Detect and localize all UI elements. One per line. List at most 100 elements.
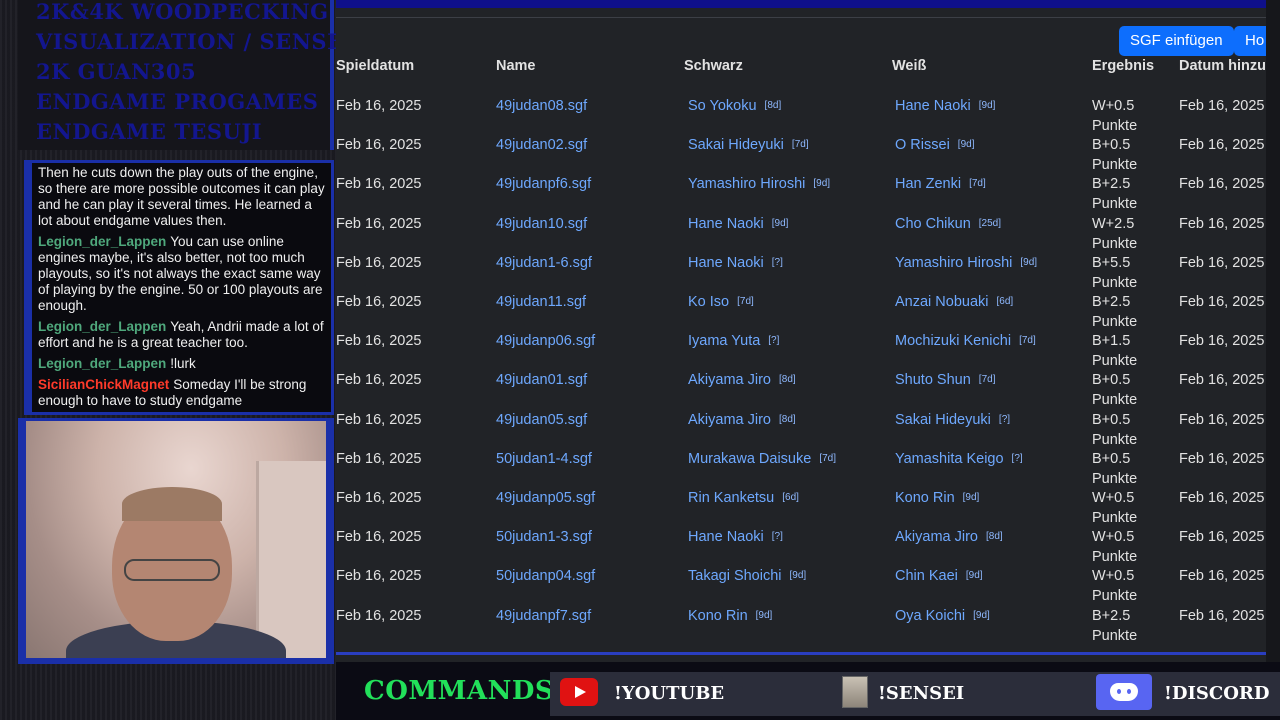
sgf-file-link[interactable]: 49judan11.sgf xyxy=(496,292,586,312)
table-row[interactable]: Feb 16, 2025 49judan01.sgf Akiyama Jiro [8d… xyxy=(336,370,1268,409)
black-player-cell: Rin Kanketsu [6d] xyxy=(688,488,799,508)
sgf-file-link[interactable]: 49judan02.sgf xyxy=(496,135,587,155)
table-row[interactable]: Feb 16, 2025 49judan11.sgf Ko Iso [7d] Anzai… xyxy=(336,292,1268,331)
table-row[interactable]: Feb 16, 2025 49judan02.sgf Sakai Hideyuki [… xyxy=(336,135,1268,174)
sgf-file-link[interactable]: 49judan08.sgf xyxy=(496,96,587,116)
table-row[interactable]: Feb 16, 2025 49judan10.sgf Hane Naoki [9d] C… xyxy=(336,214,1268,253)
white-player-link[interactable]: Chin Kaei xyxy=(895,568,958,584)
black-player-link[interactable]: So Yokoku xyxy=(688,98,757,114)
table-row[interactable]: Feb 16, 2025 50judanp04.sgf Takagi Shoichi… xyxy=(336,566,1268,605)
white-player-link[interactable]: Han Zenki xyxy=(895,176,961,192)
table-row[interactable]: Feb 16, 2025 49judanp05.sgf Rin Kanketsu [6… xyxy=(336,488,1268,527)
chat-username[interactable]: Legion_der_Lappen xyxy=(38,319,166,334)
column-header-result[interactable]: Ergebnis xyxy=(1092,58,1154,74)
white-player-link[interactable]: Anzai Nobuaki xyxy=(895,294,989,310)
topic-menu-item: 2K&4K Woodpecking xyxy=(36,0,329,24)
white-player-link[interactable]: Yamashiro Hiroshi xyxy=(895,255,1012,271)
topic-menu-item: Visualization / Sensei xyxy=(36,29,354,54)
black-player-link[interactable]: Iyama Yuta xyxy=(688,333,760,349)
table-row[interactable]: Feb 16, 2025 49judanpf7.sgf Kono Rin [9d] Oy… xyxy=(336,606,1268,645)
white-player-rank: [9d] xyxy=(962,492,980,503)
game-date-cell: Feb 16, 2025 xyxy=(336,333,422,350)
sgf-file-link[interactable]: 49judanp06.sgf xyxy=(496,331,595,351)
result-cell: B+0.5 Punkte xyxy=(1092,449,1137,489)
chat-username[interactable]: SicilianChickMagnet xyxy=(38,377,169,392)
table-row[interactable]: Feb 16, 2025 50judan1-4.sgf Murakawa Daisu… xyxy=(336,449,1268,488)
white-player-rank: [9d] xyxy=(978,100,996,111)
white-player-link[interactable]: Yamashita Keigo xyxy=(895,451,1004,467)
result-cell: B+1.5 Punkte xyxy=(1092,331,1137,371)
webcam-video xyxy=(26,421,326,658)
table-row[interactable]: Feb 16, 2025 49judan1-6.sgf Hane Naoki [?] Y… xyxy=(336,253,1268,292)
black-player-link[interactable]: Yamashiro Hiroshi xyxy=(688,176,805,192)
date-added-cell: Feb 16, 2025 xyxy=(1179,294,1265,310)
white-player-link[interactable]: Oya Koichi xyxy=(895,608,965,624)
white-player-rank: [9d] xyxy=(965,570,983,582)
sgf-file-link[interactable]: 49judanp05.sgf xyxy=(496,488,595,508)
date-added-cell: Feb 16, 2025 xyxy=(1179,98,1265,114)
column-header-name[interactable]: Name xyxy=(496,58,536,74)
black-player-link[interactable]: Hane Naoki xyxy=(688,216,764,232)
sgf-file-link[interactable]: 49judanpf7.sgf xyxy=(496,606,591,626)
sgf-file-link[interactable]: 50judan1-3.sgf xyxy=(496,527,592,547)
column-header-date[interactable]: Spieldatum xyxy=(336,58,414,74)
sgf-file-link[interactable]: 49judan10.sgf xyxy=(496,214,587,234)
result-value: B+0.5 xyxy=(1092,411,1131,428)
result-unit: Punkte xyxy=(1092,314,1138,330)
chat-username[interactable]: Legion_der_Lappen xyxy=(38,356,166,371)
black-player-cell: Kono Rin [9d] xyxy=(688,606,772,626)
black-player-rank: [8d] xyxy=(779,413,796,425)
white-player-rank: [25d] xyxy=(978,217,1002,229)
stream-overlay-left: 2K&4K Woodpecking Visualization / Sensei 2… xyxy=(0,0,353,720)
sgf-file-link[interactable]: 50judanp04.sgf xyxy=(496,566,595,586)
result-value: B+0.5 xyxy=(1092,137,1131,154)
white-player-link[interactable]: Kono Rin xyxy=(895,490,955,506)
result-unit: Punkte xyxy=(1092,470,1138,487)
white-player-link[interactable]: Shuto Shun xyxy=(895,372,971,388)
black-player-link[interactable]: Akiyama Jiro xyxy=(688,412,771,428)
black-player-link[interactable]: Rin Kanketsu xyxy=(688,490,774,506)
white-player-link[interactable]: Akiyama Jiro xyxy=(895,529,978,545)
black-player-link[interactable]: Murakawa Daisuke xyxy=(688,451,811,467)
sensei-avatar-icon xyxy=(842,676,868,708)
white-player-cell: Mochizuki Kenichi [7d] xyxy=(895,331,1036,351)
black-player-link[interactable]: Akiyama Jiro xyxy=(688,372,771,388)
black-player-link[interactable]: Hane Naoki xyxy=(688,255,764,271)
chat-message: Legion_der_Lappen You can use online engi… xyxy=(38,234,327,314)
table-row[interactable]: Feb 16, 2025 49judan08.sgf So Yokoku [8d] Ha… xyxy=(336,96,1268,135)
table-row[interactable]: Feb 16, 2025 49judan05.sgf Akiyama Jiro [8d… xyxy=(336,410,1268,449)
discord-icon xyxy=(1096,674,1152,710)
table-row[interactable]: Feb 16, 2025 49judanpf6.sgf Yamashiro Hiro… xyxy=(336,174,1268,213)
table-row[interactable]: Feb 16, 2025 49judanp06.sgf Iyama Yuta [?] M… xyxy=(336,331,1268,370)
sgf-file-link[interactable]: 49judan05.sgf xyxy=(496,410,587,430)
result-value: B+5.5 xyxy=(1092,254,1131,271)
black-player-link[interactable]: Kono Rin xyxy=(688,608,748,624)
white-player-link[interactable]: Sakai Hideyuki xyxy=(895,412,991,428)
black-player-link[interactable]: Hane Naoki xyxy=(688,529,764,545)
column-header-date-added[interactable]: Datum hinzu xyxy=(1179,58,1266,74)
sgf-file-link[interactable]: 50judan1-4.sgf xyxy=(496,449,592,469)
table-row[interactable]: Feb 16, 2025 50judan1-3.sgf Hane Naoki [?] A… xyxy=(336,527,1268,566)
black-player-link[interactable]: Ko Iso xyxy=(688,294,729,310)
black-player-link[interactable]: Takagi Shoichi xyxy=(688,568,782,584)
result-unit: Punkte xyxy=(1092,510,1138,526)
chat-message: Legion_der_Lappen Yeah, Andrii made a lot… xyxy=(38,319,327,351)
column-header-white[interactable]: Weiß xyxy=(892,58,926,74)
white-player-link[interactable]: Cho Chikun xyxy=(895,216,971,232)
sgf-file-link[interactable]: 49judan01.sgf xyxy=(496,370,587,390)
sgf-file-link[interactable]: 49judanpf6.sgf xyxy=(496,174,591,194)
white-player-link[interactable]: Mochizuki Kenichi xyxy=(895,333,1011,349)
insert-sgf-button[interactable]: SGF einfügen xyxy=(1119,26,1234,56)
result-value: W+0.5 xyxy=(1092,568,1135,585)
chat-username[interactable]: Legion_der_Lappen xyxy=(38,234,166,249)
white-player-link[interactable]: Hane Naoki xyxy=(895,98,971,114)
result-unit: Punkte xyxy=(1092,353,1138,370)
white-player-link[interactable]: O Rissei xyxy=(895,137,950,153)
black-player-link[interactable]: Sakai Hideyuki xyxy=(688,137,784,153)
black-player-rank: [8d] xyxy=(764,100,782,111)
column-header-black[interactable]: Schwarz xyxy=(684,58,743,74)
black-player-rank: [8d] xyxy=(779,374,796,386)
topic-menu-list: 2K&4K Woodpecking Visualization / Sensei 2… xyxy=(18,0,354,147)
sgf-file-link[interactable]: 49judan1-6.sgf xyxy=(496,253,592,273)
white-player-cell: Sakai Hideyuki [?] xyxy=(895,410,1010,430)
